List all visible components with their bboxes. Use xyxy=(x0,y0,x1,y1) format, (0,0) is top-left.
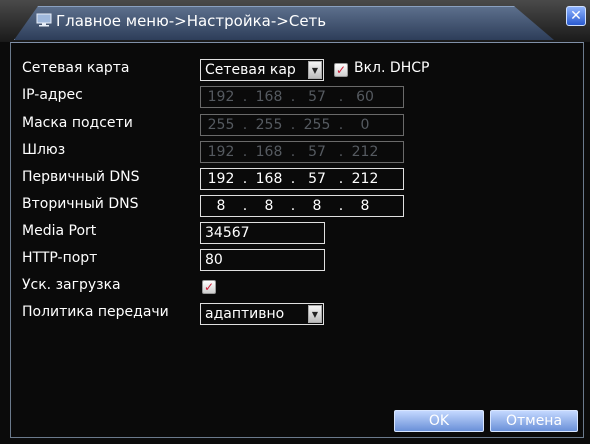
network-settings-window: Главное меню->Настройка->Сеть ✕ Сетевая … xyxy=(0,0,590,444)
primary-dns-dot: . xyxy=(338,171,344,187)
close-icon: ✕ xyxy=(570,8,582,24)
title-bar: Главное меню->Настройка->Сеть ✕ xyxy=(0,0,590,42)
transfer-policy-row: Политика передачи адаптивно ▼ xyxy=(22,303,342,325)
primary-dns-octet[interactable]: 168 xyxy=(249,171,289,187)
ip-octet: 57 xyxy=(308,89,326,105)
http-port-input[interactable]: 80 xyxy=(200,249,325,271)
mask-octet: 255 xyxy=(303,117,331,133)
gateway-octet: 57 xyxy=(308,144,326,160)
chevron-down-icon[interactable]: ▼ xyxy=(308,305,322,323)
media-port-row: Media Port 34567 xyxy=(22,222,342,244)
fast-download-label: Уск. загрузка xyxy=(22,277,121,293)
http-port-label: HTTP-порт xyxy=(22,250,98,266)
ip-dot: . xyxy=(338,89,344,105)
secondary-dns-octet[interactable]: 8 xyxy=(345,198,385,214)
primary-dns-label: Первичный DNS xyxy=(22,169,140,185)
ip-octet: 168 xyxy=(255,89,283,105)
fast-download-row: Уск. загрузка ✓ xyxy=(22,276,242,298)
gateway-label: Шлюз xyxy=(22,142,66,158)
check-icon[interactable]: ✓ xyxy=(202,280,216,294)
mask-dot: . xyxy=(338,117,344,133)
gateway-dot: . xyxy=(338,144,344,160)
mask-dot: . xyxy=(242,117,248,133)
secondary-dns-octet[interactable]: 8 xyxy=(201,198,241,214)
primary-dns-field[interactable]: 192. 168. 57. 212 xyxy=(200,168,404,190)
mask-dot: . xyxy=(290,117,296,133)
subnet-mask-field: 255. 255. 255. 0 xyxy=(200,114,404,136)
gateway-field: 192. 168. 57. 212 xyxy=(200,141,404,163)
secondary-dns-octet[interactable]: 8 xyxy=(297,198,337,214)
gateway-row: Шлюз 192. 168. 57. 212 xyxy=(22,141,422,163)
secondary-dns-octet[interactable]: 8 xyxy=(249,198,289,214)
gateway-octet: 168 xyxy=(255,144,283,160)
ip-address-row: IP-адрес 192. 168. 57. 60 xyxy=(22,86,422,108)
ip-address-field: 192. 168. 57. 60 xyxy=(200,86,404,108)
media-port-input[interactable]: 34567 xyxy=(200,222,325,244)
gateway-dot: . xyxy=(290,144,296,160)
fast-download-checkbox[interactable]: ✓ xyxy=(202,280,216,294)
monitor-icon xyxy=(36,13,52,27)
transfer-policy-value: адаптивно xyxy=(205,306,285,322)
subnet-mask-label: Маска подсети xyxy=(22,115,133,131)
dhcp-label: Вкл. DHCP xyxy=(354,60,430,76)
chevron-down-icon[interactable]: ▼ xyxy=(308,61,322,79)
primary-dns-dot: . xyxy=(290,171,296,187)
ip-octet: 192 xyxy=(207,89,235,105)
gateway-octet: 212 xyxy=(351,144,379,160)
dhcp-checkbox[interactable]: ✓ xyxy=(334,63,348,77)
ip-address-label: IP-адрес xyxy=(22,87,83,103)
transfer-policy-select[interactable]: адаптивно ▼ xyxy=(200,303,324,325)
secondary-dns-row: Вторичный DNS 8. 8. 8. 8 xyxy=(22,195,422,217)
network-card-select[interactable]: Сетевая кар ▼ xyxy=(200,59,324,81)
network-card-label: Сетевая карта xyxy=(22,60,130,76)
secondary-dns-dot: . xyxy=(338,198,344,214)
primary-dns-octet[interactable]: 57 xyxy=(297,171,337,187)
subnet-mask-row: Маска подсети 255. 255. 255. 0 xyxy=(22,114,422,136)
secondary-dns-dot: . xyxy=(242,198,248,214)
dhcp-check-icon[interactable]: ✓ xyxy=(334,63,348,77)
primary-dns-octet[interactable]: 212 xyxy=(345,171,385,187)
secondary-dns-dot: . xyxy=(290,198,296,214)
secondary-dns-label: Вторичный DNS xyxy=(22,196,139,212)
ok-button[interactable]: OK xyxy=(394,410,484,432)
ip-dot: . xyxy=(242,89,248,105)
cancel-button[interactable]: Отмена xyxy=(490,410,578,432)
network-card-row: Сетевая карта Сетевая кар ▼ ✓ Вкл. DHCP xyxy=(22,59,562,81)
secondary-dns-field[interactable]: 8. 8. 8. 8 xyxy=(200,195,404,217)
media-port-label: Media Port xyxy=(22,223,97,239)
gateway-octet: 192 xyxy=(207,144,235,160)
transfer-policy-label: Политика передачи xyxy=(22,304,169,320)
window-title: Главное меню->Настройка->Сеть xyxy=(56,12,327,30)
http-port-row: HTTP-порт 80 xyxy=(22,249,342,271)
gateway-dot: . xyxy=(242,144,248,160)
network-card-value: Сетевая кар xyxy=(205,62,296,78)
mask-octet: 255 xyxy=(255,117,283,133)
mask-octet: 0 xyxy=(360,117,370,133)
primary-dns-row: Первичный DNS 192. 168. 57. 212 xyxy=(22,168,422,190)
close-button[interactable]: ✕ xyxy=(566,6,586,26)
mask-octet: 255 xyxy=(207,117,235,133)
ip-dot: . xyxy=(290,89,296,105)
primary-dns-dot: . xyxy=(242,171,248,187)
ip-octet: 60 xyxy=(356,89,374,105)
primary-dns-octet[interactable]: 192 xyxy=(201,171,241,187)
